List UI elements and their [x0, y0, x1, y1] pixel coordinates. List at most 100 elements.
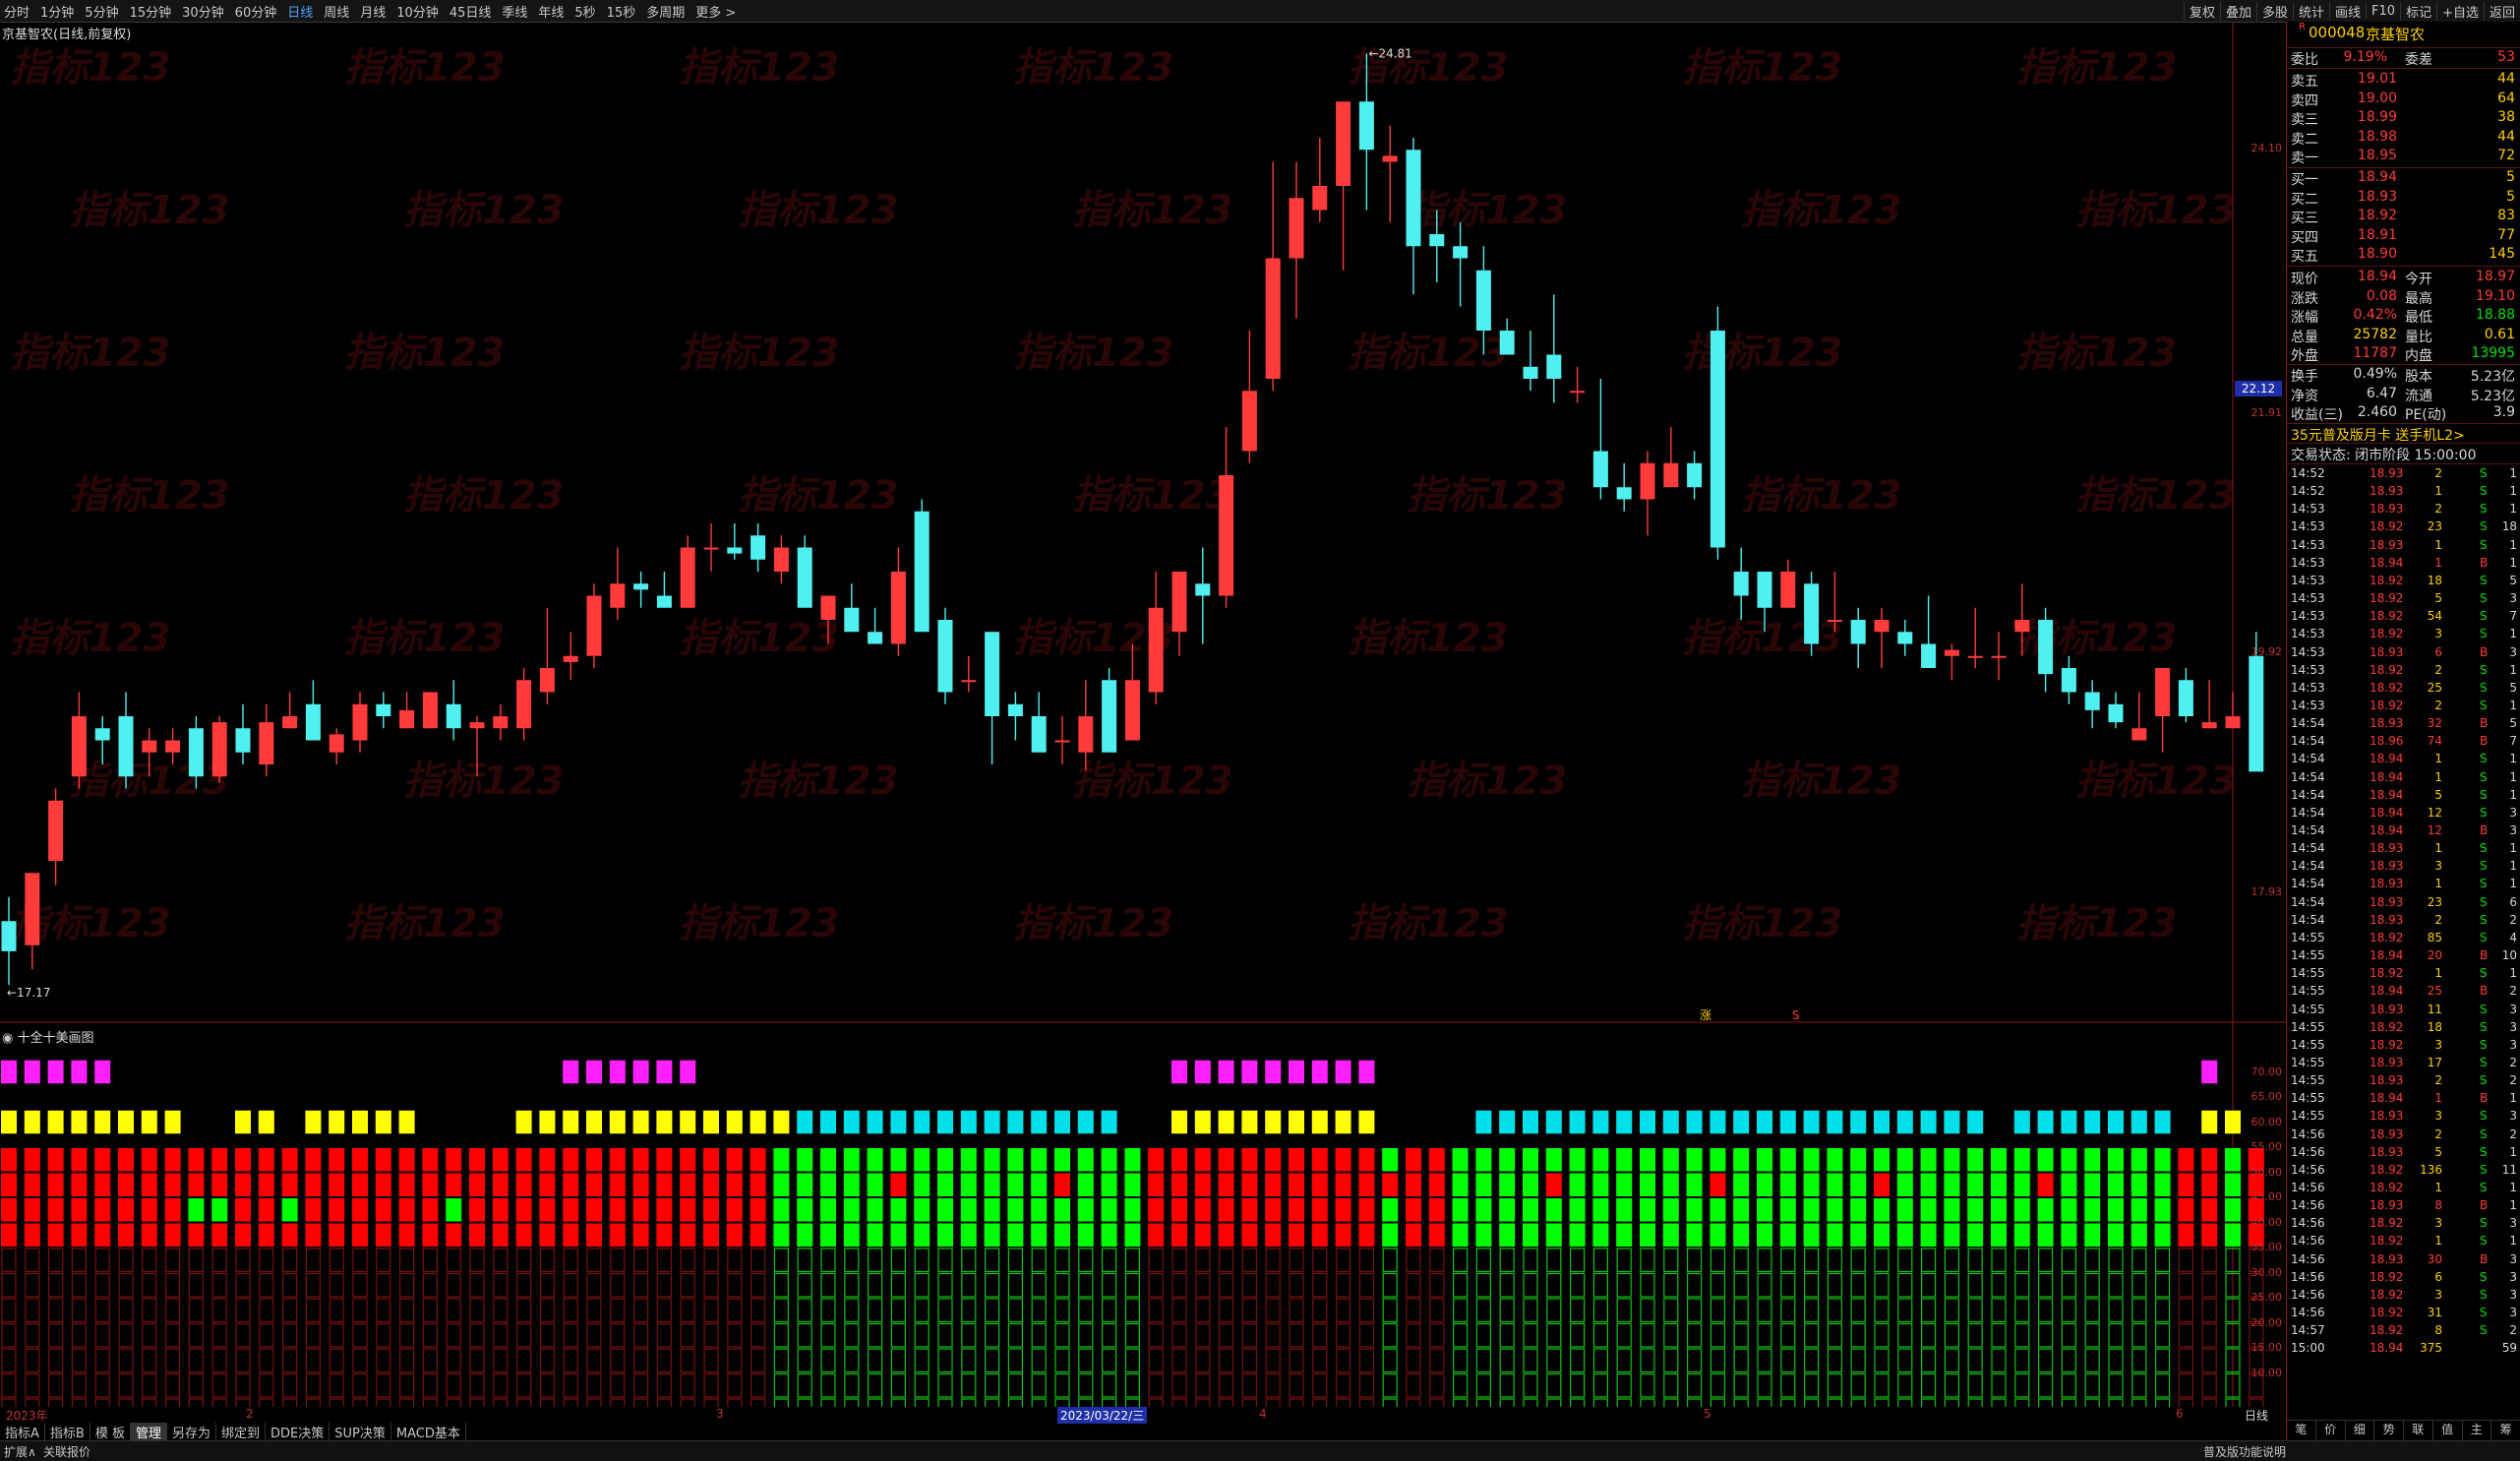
panel-tab[interactable]: 主: [2463, 1421, 2492, 1440]
tool-button[interactable]: 返回: [2483, 1, 2520, 21]
tick-price: 18.92: [2370, 930, 2404, 944]
tick-side: S: [2480, 466, 2488, 480]
date-tick: 2023年: [6, 1409, 48, 1423]
stat-value: 3.9: [2492, 404, 2515, 420]
indicator-column: [2037, 1110, 2054, 1407]
period-tab[interactable]: 5秒: [574, 2, 595, 21]
tick-volume: 1: [2434, 769, 2442, 784]
candle: [1710, 306, 1725, 560]
tool-button[interactable]: 多股: [2255, 1, 2293, 21]
indicator-tab[interactable]: MACD基本: [391, 1422, 466, 1441]
tick-side: B: [2480, 948, 2489, 963]
period-tab[interactable]: 年线: [538, 2, 564, 21]
high-label: ←24.81: [1368, 46, 1411, 60]
tool-button[interactable]: 叠加: [2219, 1, 2256, 21]
period-tab[interactable]: 周线: [324, 2, 349, 21]
tick-row: 14:53 18.92 3 S 1: [2291, 627, 2517, 644]
stat-label: 最高: [2405, 290, 2432, 307]
indicator-column: [94, 1060, 111, 1407]
period-tab[interactable]: 月线: [360, 2, 386, 21]
tick-count: 1: [2509, 769, 2517, 784]
indicator-tab[interactable]: DDE决策: [266, 1422, 330, 1441]
candle: [1616, 462, 1632, 512]
indicator-tab[interactable]: 指标B: [45, 1422, 90, 1441]
panel-tab[interactable]: 筹: [2491, 1421, 2520, 1440]
tick-volume: 1: [2434, 1181, 2442, 1194]
indicator-column: [258, 1110, 274, 1407]
period-tab[interactable]: 15分钟: [130, 2, 172, 21]
indicator-tab[interactable]: 模 板: [90, 1422, 131, 1441]
candle: [1499, 318, 1515, 355]
bid-price: 18.91: [2357, 226, 2397, 243]
tick-count: 3: [2509, 1216, 2517, 1231]
tick-time: 14:54: [2291, 805, 2325, 820]
tick-count: 1: [2509, 966, 2517, 981]
tick-row: 14:53 18.92 54 S 7: [2291, 609, 2517, 627]
kline-canvas[interactable]: 指标123 指标123 指标123 指标123 指标123 指标123 指标123 指标123…: [0, 22, 2286, 1407]
period-tab[interactable]: 15秒: [607, 2, 636, 21]
version-help-link[interactable]: 普及版功能说明: [2203, 1443, 2286, 1460]
indicator-column: [680, 1060, 696, 1407]
panel-tab[interactable]: 联: [2404, 1421, 2433, 1440]
indicator-column: [305, 1110, 322, 1407]
tick-row: 14:56 18.92 1 S 1: [2291, 1234, 2517, 1251]
indicator-column: [281, 1148, 298, 1407]
period-tab[interactable]: 5分钟: [85, 2, 118, 21]
expand-button[interactable]: 扩展∧: [4, 1443, 36, 1460]
tick-time: 14:56: [2291, 1287, 2325, 1302]
quote-row[interactable]: 35元普及版月卡 送手机L2>: [2291, 425, 2515, 444]
period-tab[interactable]: 分时: [4, 2, 30, 21]
indicator-tab[interactable]: 绑定到: [216, 1422, 267, 1441]
period-selector: 分时 1分钟 5分钟 15分钟 30分钟 60分钟 日线 周线 月线 10分钟 45日线 季线 年线 5秒…: [4, 0, 747, 22]
tick-time: 14:52: [2291, 466, 2325, 480]
period-tab[interactable]: 1分钟: [40, 2, 74, 21]
related-quote-button[interactable]: 关联报价: [43, 1443, 90, 1460]
indicator-column: [820, 1110, 836, 1407]
ask-label: 卖五: [2291, 74, 2318, 90]
tool-button[interactable]: 复权: [2183, 1, 2220, 21]
tool-button[interactable]: +自选: [2436, 1, 2484, 21]
candle: [1336, 101, 1351, 271]
quote-row: 换手 0.49% 股本 5.23亿: [2291, 366, 2515, 385]
tick-side: S: [2480, 1323, 2488, 1338]
indicator-tab[interactable]: 管理: [130, 1422, 167, 1441]
tick-price: 18.92: [2370, 1306, 2404, 1320]
indicator-tab[interactable]: SUP决策: [330, 1422, 391, 1441]
indicator-tab[interactable]: 指标A: [0, 1422, 45, 1441]
candle: [493, 703, 509, 741]
tick-time: 14:53: [2291, 627, 2325, 641]
indicator-column: [1827, 1110, 1843, 1407]
period-tab[interactable]: 多周期: [646, 2, 685, 21]
period-tab[interactable]: 季线: [502, 2, 527, 21]
tool-button[interactable]: F10: [2366, 3, 2400, 19]
panel-tab[interactable]: 笔: [2287, 1421, 2316, 1440]
indicator-tab[interactable]: 另存为: [167, 1422, 216, 1441]
panel-tab[interactable]: 细: [2346, 1421, 2375, 1440]
panel-tab[interactable]: 值: [2433, 1421, 2463, 1440]
candle: [1382, 125, 1398, 222]
period-tab[interactable]: 10分钟: [396, 2, 439, 21]
panel-tab[interactable]: 价: [2316, 1421, 2346, 1440]
tick-count: 2: [2509, 1126, 2517, 1141]
panel-tab[interactable]: 势: [2374, 1421, 2404, 1440]
period-tab[interactable]: 45日线: [450, 2, 492, 21]
tool-button[interactable]: 统计: [2293, 1, 2329, 21]
tick-side: S: [2480, 1019, 2488, 1034]
candle: [48, 788, 64, 885]
tick-side: S: [2480, 627, 2488, 641]
circle-icon[interactable]: ◉: [2, 1031, 17, 1046]
period-tab[interactable]: 60分钟: [235, 2, 277, 21]
tool-button[interactable]: 画线: [2329, 1, 2366, 21]
period-tab[interactable]: 30分钟: [182, 2, 224, 21]
watermark-text: 指标123: [679, 901, 840, 946]
tick-time: 14:53: [2291, 519, 2325, 534]
tool-button[interactable]: 标记: [2400, 1, 2436, 21]
tick-time: 14:55: [2291, 1055, 2325, 1069]
tick-volume: 25: [2427, 680, 2442, 695]
period-tab[interactable]: 日线: [287, 2, 313, 21]
watermark-text: 指标123: [1013, 901, 1174, 946]
ask-volume: 44: [2497, 128, 2515, 145]
indicator-tick: 50.00: [2250, 1165, 2283, 1179]
tick-volume: 1: [2434, 537, 2442, 552]
period-tab[interactable]: 更多 >: [695, 2, 736, 21]
